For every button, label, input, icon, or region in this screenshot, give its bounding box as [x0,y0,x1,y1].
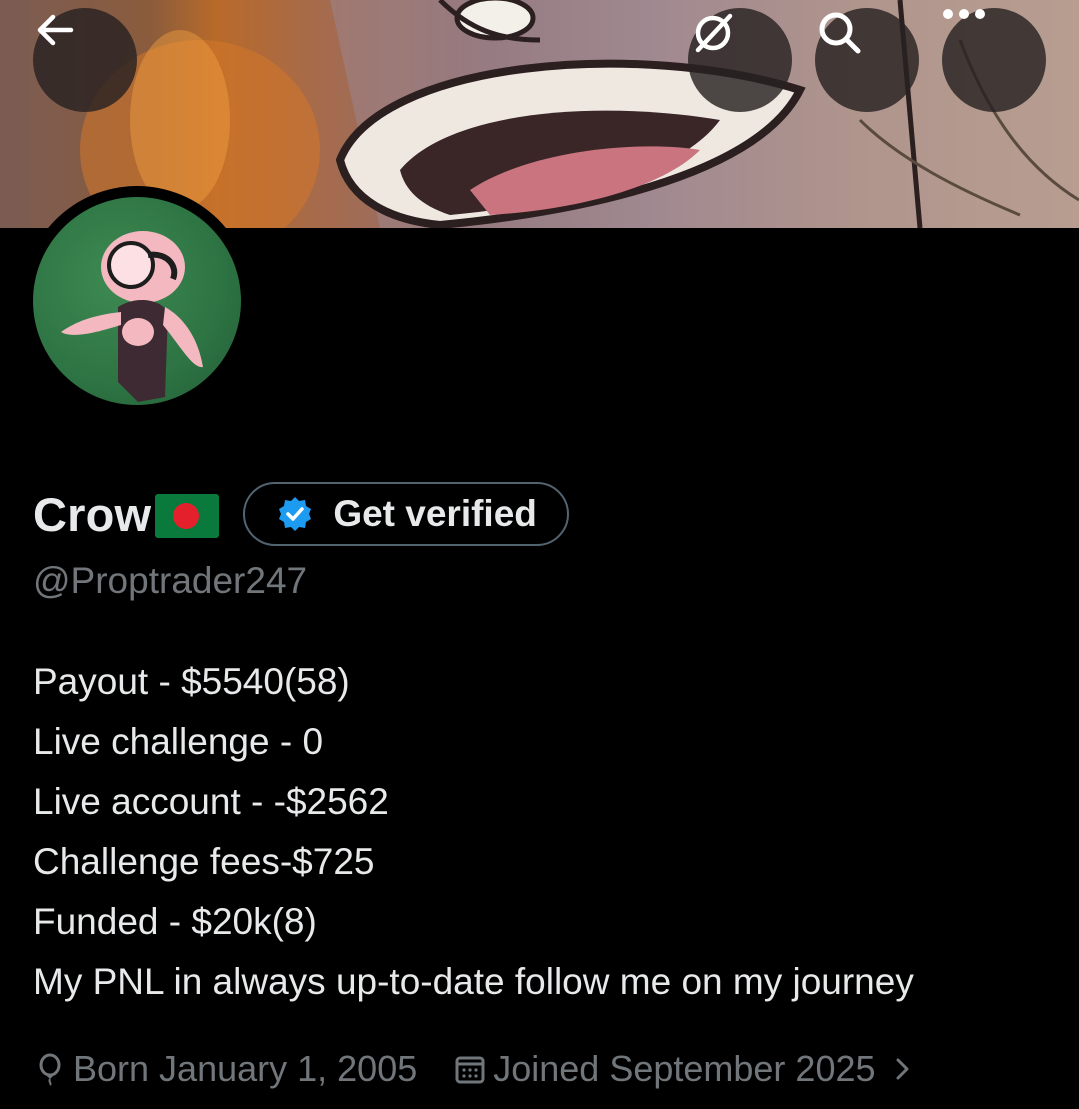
arrow-left-icon [37,14,74,46]
more-icon [943,9,985,19]
bio-line: My PNL in always up-to-date follow me on… [33,961,914,1002]
get-verified-button[interactable]: Get verified [243,482,569,546]
avatar-clay-figure [61,231,203,402]
bio-line: Live challenge - 0 [33,721,324,762]
more-button[interactable] [942,8,1046,112]
calendar-icon [455,1056,485,1084]
back-button[interactable] [33,8,137,112]
joined-item[interactable]: Joined September 2025 [453,1048,917,1090]
bio-line: Live account - -$2562 [33,781,389,822]
search-icon [819,12,861,54]
birthday-text: Born January 1, 2005 [73,1048,418,1089]
avatar-container[interactable] [22,186,252,416]
get-verified-label: Get verified [333,493,537,534]
verified-badge-icon [279,497,312,531]
bio: Payout - $5540(58) Live challenge - 0 Li… [33,652,1053,1012]
grok-button[interactable] [688,8,792,112]
birthday-item: Born January 1, 2005 [33,1048,417,1090]
bio-line: Payout - $5540(58) [33,661,350,702]
search-button[interactable] [815,8,919,112]
bio-line: Challenge fees-$725 [33,841,375,882]
bangladesh-flag-icon [155,494,220,538]
bio-line: Funded - $20k(8) [33,901,317,942]
avatar [33,197,241,405]
profile-meta: Born January 1, 2005 Joined September 20… [33,1042,918,1096]
name-row: Crow Get verified [33,480,569,548]
user-handle: @Proptrader247 [33,560,308,601]
joined-text: Joined September 2025 [493,1048,876,1089]
grok-icon [695,13,733,53]
display-name: Crow [33,487,152,541]
chevron-right-icon [896,1058,909,1080]
balloon-icon [39,1053,61,1086]
